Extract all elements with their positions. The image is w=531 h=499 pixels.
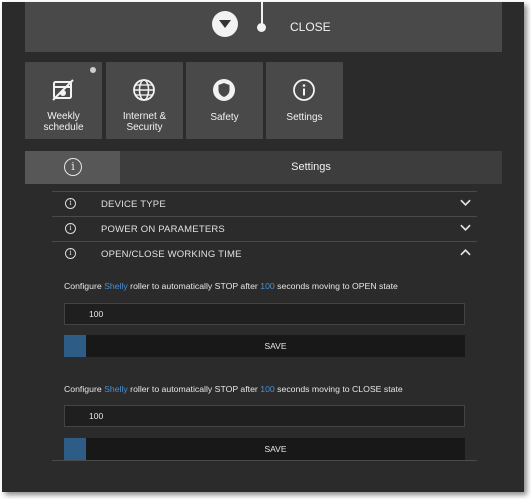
text-middle: roller to automatically STOP after (127, 384, 261, 394)
info-icon: i (64, 158, 82, 176)
section-open-close-working-time[interactable]: i OPEN/CLOSE WORKING TIME (52, 241, 477, 266)
internet-security-tile[interactable]: Internet & Security (106, 62, 183, 139)
chevron-down-icon (460, 199, 471, 206)
brand-name: Shelly (104, 281, 128, 291)
shield-icon (213, 79, 235, 101)
text-middle: roller to automatically STOP after (127, 281, 261, 291)
save-label: SAVE (264, 341, 287, 351)
save-open-time-button[interactable]: SAVE (64, 335, 465, 357)
safety-label: Safety (210, 112, 239, 123)
open-time-input[interactable]: 100 (64, 303, 465, 325)
text-suffix: seconds moving to OPEN state (274, 281, 398, 291)
settings-panel-header: i Settings (25, 151, 502, 184)
settings-window: CLOSE Weekly schedule Internet & Securit… (2, 2, 524, 492)
save-indicator (64, 335, 86, 357)
weekly-schedule-tile[interactable]: Weekly schedule (25, 62, 102, 139)
section-power-on-parameters[interactable]: i POWER ON PARAMETERS (52, 216, 477, 241)
close-time-input[interactable]: 100 (64, 405, 465, 427)
section-label: DEVICE TYPE (101, 199, 166, 210)
tile-label-line2: schedule (43, 122, 84, 133)
settings-label: Settings (286, 112, 323, 123)
text-prefix: Configure (64, 281, 105, 291)
calendar-off-icon (52, 79, 74, 101)
tab-info[interactable]: i (25, 151, 120, 184)
safety-tile[interactable]: Safety (186, 62, 263, 139)
tile-label-line1: Internet & (122, 111, 167, 122)
section-device-type[interactable]: i DEVICE TYPE (52, 191, 477, 216)
close-time-value: 100 (89, 411, 104, 421)
chevron-up-icon (460, 249, 471, 256)
open-time-value: 100 (89, 309, 104, 319)
text-suffix: seconds moving to CLOSE state (274, 384, 403, 394)
settings-tile[interactable]: Settings (266, 62, 343, 139)
roller-position-handle[interactable] (257, 23, 266, 32)
divider (52, 460, 477, 461)
info-icon: i (65, 248, 76, 259)
info-icon: i (65, 198, 76, 209)
brand-name: Shelly (104, 384, 128, 394)
seconds-value: 100 (260, 384, 275, 394)
settings-sections: i DEVICE TYPE i POWER ON PARAMETERS i OP… (52, 191, 477, 266)
close-label: CLOSE (290, 20, 331, 34)
tile-label-line1: Weekly (47, 111, 80, 122)
open-time-description: Configure Shelly roller to automatically… (64, 281, 398, 291)
internet-security-label: Internet & Security (106, 111, 183, 133)
save-indicator (64, 438, 86, 460)
seconds-value: 100 (260, 281, 275, 291)
text-prefix: Configure (64, 384, 105, 394)
notification-dot (90, 67, 96, 73)
info-icon: i (65, 223, 76, 234)
info-icon (293, 79, 315, 101)
globe-icon (133, 79, 155, 101)
section-label: POWER ON PARAMETERS (101, 224, 225, 235)
close-roller-button[interactable] (212, 11, 238, 37)
tile-label-line2: Security (126, 122, 163, 133)
save-label: SAVE (264, 444, 287, 454)
roller-control-bar: CLOSE (25, 2, 502, 52)
save-close-time-button[interactable]: SAVE (64, 438, 465, 460)
panel-title: Settings (291, 161, 331, 173)
section-label: OPEN/CLOSE WORKING TIME (101, 249, 242, 260)
close-time-description: Configure Shelly roller to automatically… (64, 384, 403, 394)
chevron-down-icon (460, 224, 471, 231)
weekly-schedule-label: Weekly schedule (25, 111, 102, 133)
